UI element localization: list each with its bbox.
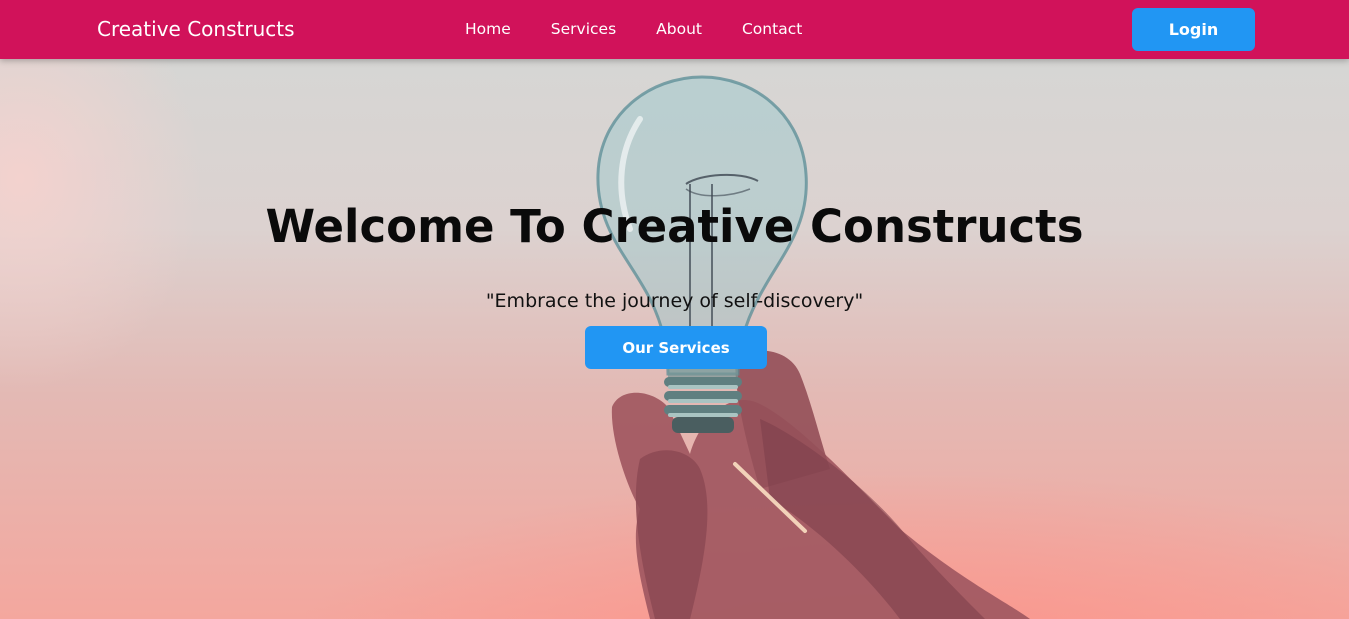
nav-link-services[interactable]: Services bbox=[551, 18, 616, 40]
hero-title: Welcome To Creative Constructs bbox=[265, 200, 1084, 253]
hand-illustration bbox=[611, 350, 1030, 619]
login-button[interactable]: Login bbox=[1132, 8, 1255, 51]
nav-links: Home Services About Contact bbox=[465, 18, 842, 40]
navbar: Creative Constructs Home Services About … bbox=[0, 0, 1349, 59]
our-services-button[interactable]: Our Services bbox=[585, 326, 767, 369]
nav-link-contact[interactable]: Contact bbox=[742, 18, 802, 40]
nav-link-home[interactable]: Home bbox=[465, 18, 511, 40]
brand-logo-text[interactable]: Creative Constructs bbox=[97, 14, 295, 44]
hero-section: Welcome To Creative Constructs "Embrace … bbox=[0, 59, 1349, 619]
hero-quote: "Embrace the journey of self-discovery" bbox=[485, 290, 864, 312]
nav-link-about[interactable]: About bbox=[656, 18, 702, 40]
